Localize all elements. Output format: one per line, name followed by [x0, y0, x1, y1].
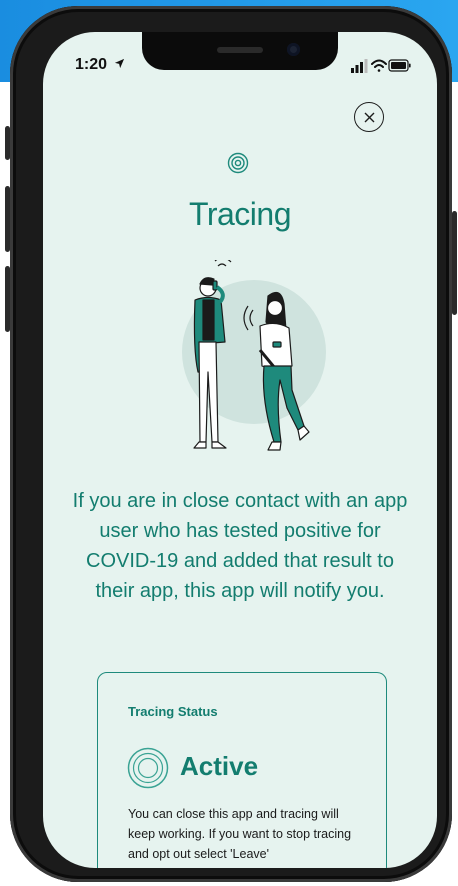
tracing-status-card: Tracing Status Active You can close this…	[97, 672, 387, 868]
power-button	[452, 211, 457, 315]
notch	[142, 32, 338, 70]
status-ring-icon	[127, 747, 169, 789]
location-arrow-icon	[115, 58, 125, 69]
volume-down-button	[5, 266, 10, 332]
tracing-status-body: You can close this app and tracing will …	[128, 807, 352, 861]
status-time: 1:20	[75, 56, 125, 74]
front-camera	[287, 43, 300, 56]
speaker	[217, 47, 263, 53]
phone-frame: 1:20 Tracing If you are in close contact…	[5, 6, 457, 882]
tracing-status-value: Active	[180, 751, 259, 781]
battery-icon	[388, 59, 411, 72]
silent-switch	[5, 126, 10, 160]
wifi-icon	[371, 59, 387, 72]
tracing-illustration	[182, 260, 326, 451]
tracing-description: If you are in close contact with an app …	[72, 490, 408, 602]
status-time-text: 1:20	[75, 56, 108, 73]
page-title: Tracing	[188, 196, 292, 232]
signal-icon	[351, 59, 368, 73]
tracing-status-heading: Tracing Status	[128, 704, 218, 719]
close-button[interactable]	[354, 102, 384, 132]
tracing-icon	[227, 152, 249, 174]
status-icons	[351, 59, 411, 73]
close-icon	[364, 112, 374, 122]
app-screen: 1:20 Tracing If you are in close contact…	[43, 32, 437, 868]
volume-up-button	[5, 186, 10, 252]
